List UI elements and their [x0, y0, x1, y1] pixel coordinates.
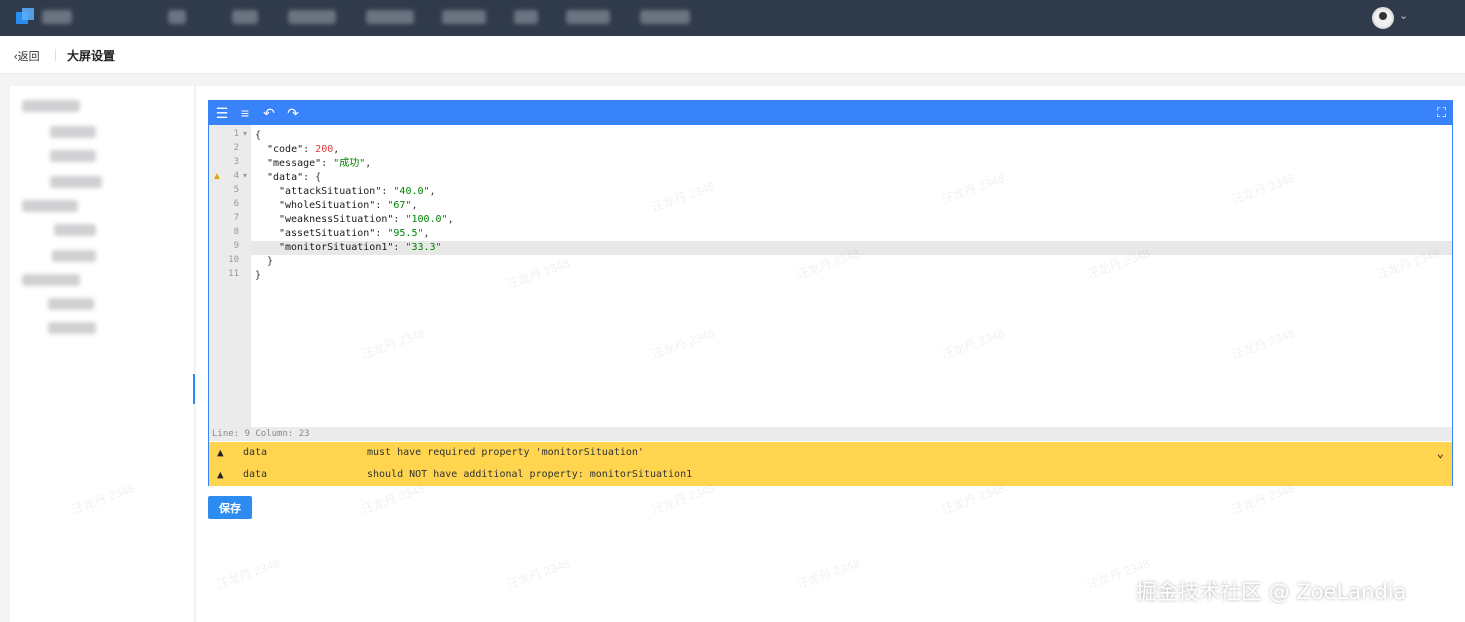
line-number: 8 — [233, 227, 239, 237]
code-line: } — [267, 256, 274, 267]
credit-watermark: 掘金技术社区 @ ZoeLandia — [1136, 580, 1407, 604]
back-label: 返回 — [17, 51, 40, 63]
error-path: data — [243, 447, 268, 458]
line-number: 9 — [233, 241, 239, 251]
line-number: 2 — [233, 143, 239, 153]
code-line: "code": 200, — [267, 144, 340, 155]
warning-icon: ▲ — [217, 446, 224, 459]
sidebar-group[interactable] — [22, 100, 80, 112]
sidebar-item[interactable] — [54, 224, 96, 236]
code-line: "data": { — [267, 172, 322, 183]
error-path: data — [243, 469, 268, 480]
app-logo[interactable] — [16, 8, 36, 28]
error-row: ▲ data should NOT have additional proper… — [209, 464, 1452, 486]
nav-item[interactable] — [566, 10, 610, 24]
save-button[interactable]: 保存 — [208, 496, 252, 519]
sidebar-active-indicator — [193, 374, 195, 404]
code-line: { — [255, 130, 262, 141]
code-line: "assetSituation": "95.5", — [279, 228, 430, 239]
code-line: "attackSituation": "40.0", — [279, 186, 436, 197]
code-line: "message": "成功", — [267, 158, 372, 169]
nav-item[interactable] — [514, 10, 538, 24]
json-editor[interactable]: ☰ ≡ ↶ ↷ ⛶ 1 ▾ 2 3 ▲ 4 ▾ 5 6 7 8 9 10 11 … — [208, 100, 1453, 486]
nav-item[interactable] — [232, 10, 258, 24]
fold-icon[interactable]: ▾ — [243, 171, 247, 180]
compact-icon[interactable]: ≡ — [236, 104, 254, 122]
status-bar: Line: 9 Column: 23 — [209, 427, 1452, 441]
error-message: must have required property 'monitorSitu… — [367, 447, 644, 458]
line-gutter: 1 ▾ 2 3 ▲ 4 ▾ 5 6 7 8 9 10 11 — [209, 125, 251, 427]
nav-item[interactable] — [288, 10, 336, 24]
nav-item[interactable] — [640, 10, 690, 24]
warning-icon: ▲ — [217, 468, 224, 481]
sidebar-item[interactable] — [48, 298, 94, 310]
page-title: 大屏设置 — [67, 49, 116, 63]
line-number: 11 — [228, 269, 239, 279]
sidebar-menu — [10, 86, 195, 622]
code-line: } — [255, 270, 262, 281]
nav-item[interactable] — [442, 10, 486, 24]
line-number: 1 — [233, 129, 239, 139]
nav-item[interactable] — [168, 10, 186, 24]
sidebar-group[interactable] — [22, 200, 78, 212]
back-button[interactable]: ‹返回 — [14, 48, 40, 64]
fullscreen-icon[interactable]: ⛶ — [1437, 105, 1446, 121]
code-line: "monitorSituation1": "33.3" — [279, 242, 442, 253]
line-number: 7 — [233, 213, 239, 223]
editor-toolbar: ☰ ≡ ↶ ↷ ⛶ — [209, 101, 1452, 125]
chevron-down-icon[interactable]: ⌄ — [1399, 9, 1408, 22]
format-icon[interactable]: ☰ — [213, 104, 231, 122]
sidebar-item[interactable] — [50, 150, 96, 162]
sidebar-item[interactable] — [52, 250, 96, 262]
avatar[interactable] — [1372, 7, 1394, 29]
nav-item[interactable] — [366, 10, 414, 24]
top-nav-bar: ⌄ — [0, 0, 1465, 36]
line-number: 3 — [233, 157, 239, 167]
divider — [55, 49, 56, 61]
fold-icon[interactable]: ▾ — [243, 129, 247, 138]
page-header: ‹返回 大屏设置 — [0, 36, 1465, 74]
line-number: 5 — [233, 185, 239, 195]
redo-icon[interactable]: ↷ — [284, 104, 302, 122]
code-line: "wholeSituation": "67", — [279, 200, 418, 211]
nav-item[interactable] — [42, 10, 72, 24]
sidebar-item[interactable] — [48, 322, 96, 334]
error-row: ▲ data must have required property 'moni… — [209, 442, 1452, 464]
sidebar-item[interactable] — [50, 176, 102, 188]
sidebar-item[interactable] — [50, 126, 96, 138]
chevron-down-icon[interactable]: ⌄ — [1437, 442, 1444, 464]
code-line: "weaknessSituation": "100.0", — [279, 214, 454, 225]
validation-errors: ▲ data must have required property 'moni… — [209, 442, 1452, 486]
line-number: 10 — [228, 255, 239, 265]
line-number: 6 — [233, 199, 239, 209]
undo-icon[interactable]: ↶ — [260, 104, 278, 122]
line-number: 4 — [233, 171, 239, 181]
sidebar-group[interactable] — [22, 274, 80, 286]
code-area[interactable]: { "code": 200, "message": "成功", "data": … — [255, 125, 1452, 427]
